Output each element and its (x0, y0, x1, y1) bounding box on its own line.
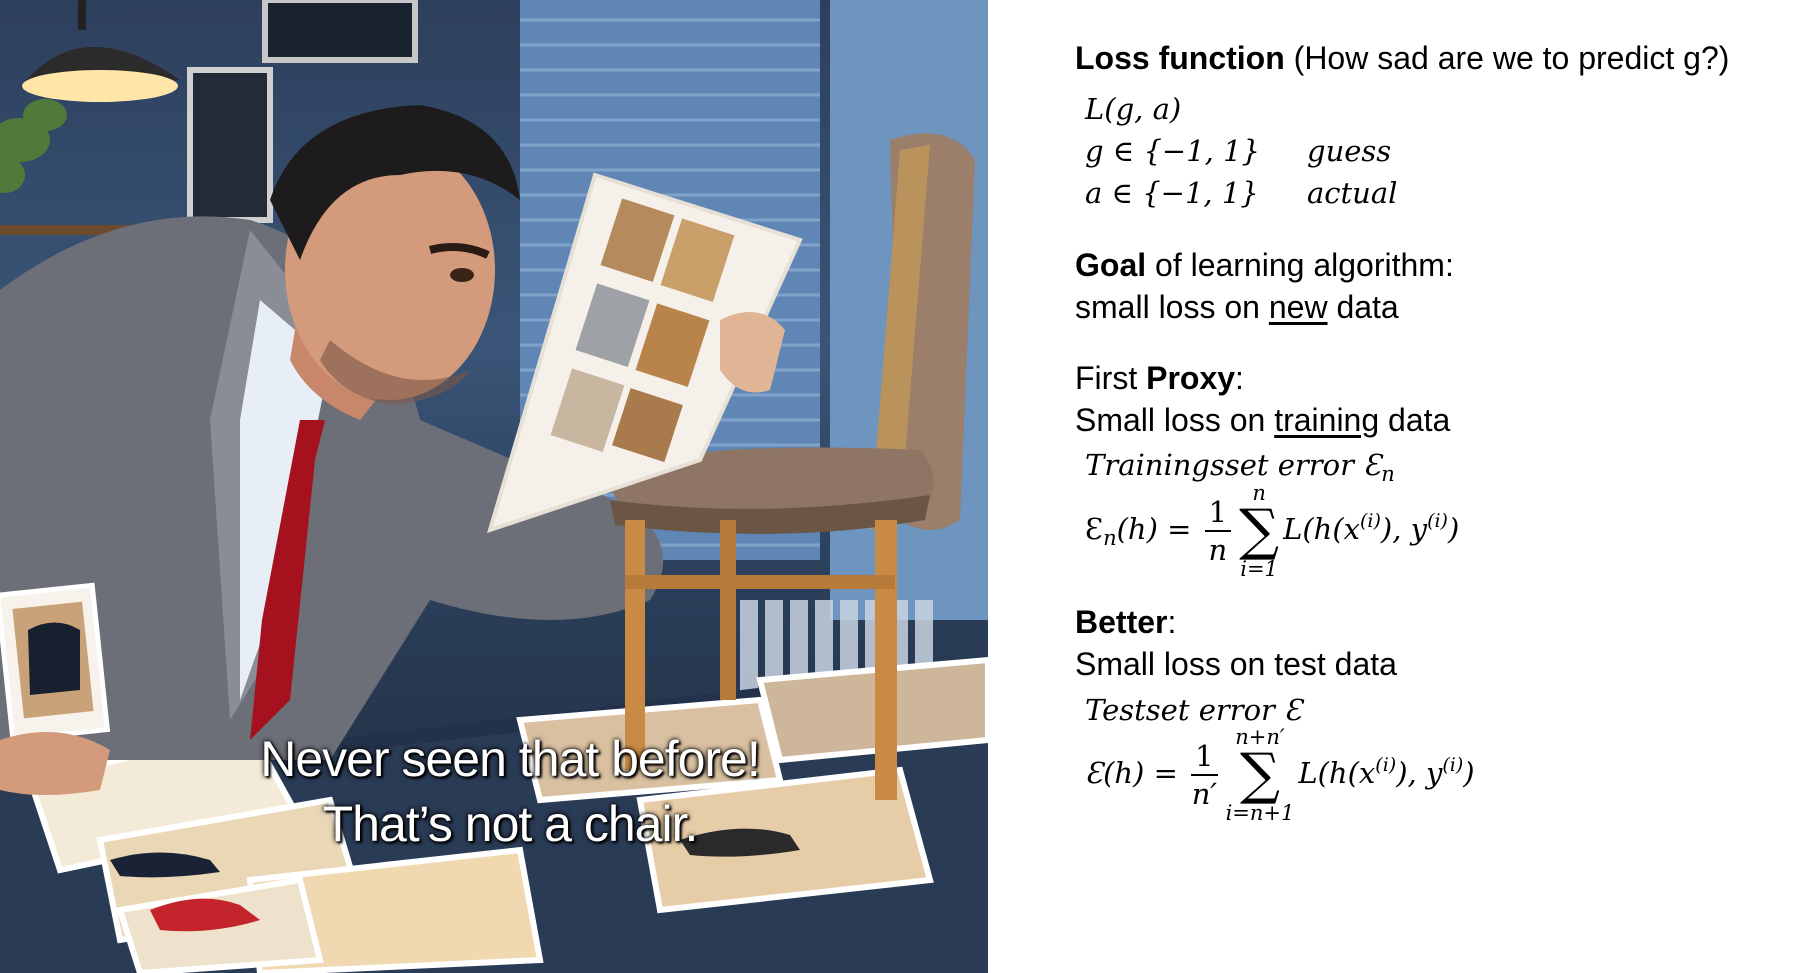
loss-function-heading-rest: (How sad are we to predict g?) (1284, 40, 1730, 76)
training-sum: n ∑ i=1 (1239, 482, 1279, 580)
goal-bold: Goal (1075, 247, 1147, 283)
proxy-post: : (1235, 360, 1244, 396)
training-formula-lhs-sub: n (1103, 526, 1117, 550)
test-summand-sup-2: (i) (1442, 754, 1464, 776)
training-fraction-numerator: 1 (1204, 494, 1232, 532)
training-formula-fraction: 1n (1204, 494, 1232, 568)
test-formula-fraction: 1 n′ (1191, 738, 1218, 812)
proxy-line-2: Small loss on training data (1075, 400, 1450, 440)
goal-rest: of learning algorithm: (1146, 247, 1454, 283)
training-formula-lhs: Ɛ (1085, 512, 1104, 546)
plant (0, 99, 67, 193)
proxy-line-2-underlined: training (1274, 402, 1380, 438)
training-summand-c: ) (1447, 512, 1460, 546)
test-error-label: Testset error Ɛ (1085, 693, 1303, 727)
test-summand-sup-1: (i) (1375, 754, 1397, 776)
training-summand-b: ), y (1380, 512, 1428, 546)
proxy-line-2-pre: Small loss on (1075, 402, 1275, 438)
test-fraction-denominator: n′ (1191, 777, 1217, 811)
proxy-line-1: First Proxy: (1075, 358, 1244, 398)
caption-line-1: Never seen that before! (260, 731, 761, 787)
better-line-2: Small loss on test data (1075, 646, 1397, 682)
caption-line-2: That’s not a chair. (322, 796, 699, 852)
wall-picture (187, 67, 273, 223)
wall-picture (262, 0, 418, 63)
test-summand-a: L(h(x (1298, 756, 1376, 790)
summation-icon: ∑ (1239, 498, 1280, 563)
actual-definition: a ∈ {−1, 1} (1085, 176, 1259, 210)
test-fraction-numerator: 1 (1191, 738, 1218, 776)
proxy-bold: Proxy (1146, 360, 1236, 396)
goal-line-1: Goal of learning algorithm: (1075, 245, 1454, 285)
test-formula-lhs: Ɛ(h) = (1085, 756, 1178, 790)
training-error-formula: Ɛn(h) = 1 n n ∑ i=1 L(h(x(i)), y(i)) (1085, 482, 1459, 580)
summation-icon: ∑ (1239, 742, 1280, 807)
proxy-line-2-post: data (1379, 402, 1451, 438)
test-summand-b: ), y (1396, 756, 1443, 790)
training-fraction-denominator: n (1208, 533, 1228, 567)
loss-function-heading: Loss function (How sad are we to predict… (1075, 38, 1729, 78)
goal-line-2: small loss on new data (1075, 287, 1399, 327)
test-sum-lower: i=n+1 (1225, 801, 1295, 825)
illustration: Never seen that before! That’s not a cha… (0, 0, 988, 973)
test-sum: n+n′ ∑ i=n+1 (1226, 726, 1295, 824)
goal-line-2-underlined: new (1268, 289, 1328, 325)
proxy-pre: First (1075, 360, 1147, 396)
loss-signature: L(g, a) (1085, 92, 1182, 126)
training-summand-sup-2: (i) (1427, 510, 1448, 532)
training-error-label-text: Trainingsset error Ɛ (1085, 448, 1382, 482)
test-summand-c: ) (1463, 756, 1475, 790)
loss-function-heading-bold: Loss function (1075, 40, 1285, 76)
training-sum-lower: i=1 (1240, 557, 1278, 581)
training-summand-sup-1: (i) (1360, 510, 1381, 532)
guess-label: guess (1307, 134, 1392, 168)
desk-lamp (20, 0, 180, 102)
training-summand-a: L(h(x (1283, 512, 1361, 546)
training-formula-lhs-arg: (h) = (1116, 512, 1192, 546)
goal-line-2-pre: small loss on (1075, 289, 1269, 325)
better-line-1: Better: (1075, 602, 1176, 642)
better-bold: Better (1075, 604, 1168, 640)
guess-definition: g ∈ {−1, 1} (1085, 134, 1261, 168)
test-error-formula: Ɛ(h) = 1 n′ n+n′ ∑ i=n+1 L(h(x(i)), y(i)) (1085, 726, 1475, 824)
better-post: : (1167, 604, 1177, 640)
actual-label: actual (1307, 176, 1398, 210)
slide-text: Loss function (How sad are we to predict… (1075, 0, 1800, 973)
goal-line-2-post: data (1327, 289, 1399, 325)
